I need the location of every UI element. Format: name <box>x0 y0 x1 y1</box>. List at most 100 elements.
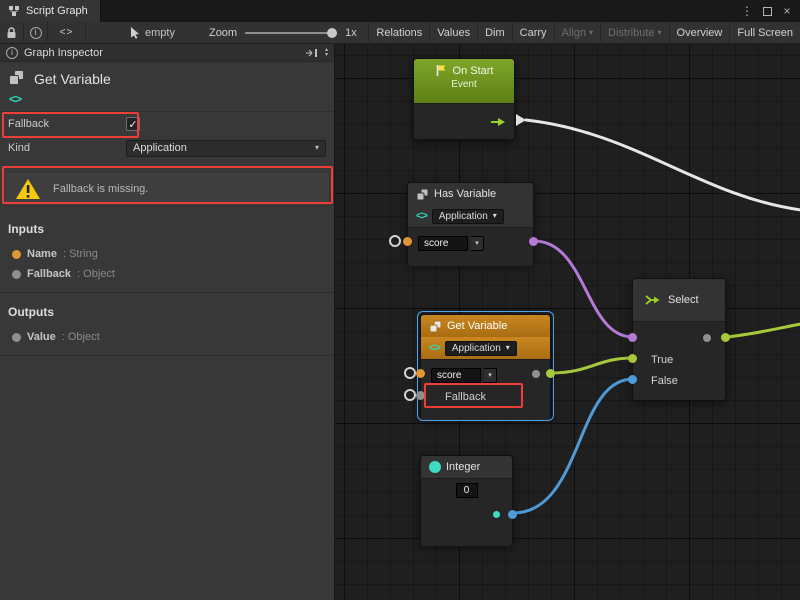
has-variable-kind-dropdown[interactable]: Application ▾ <box>432 209 504 224</box>
check-icon: ✓ <box>128 118 137 131</box>
true-row: True <box>643 349 715 370</box>
zoom-slider-handle[interactable] <box>327 28 337 38</box>
has-variable-header[interactable]: Has Variable <box>408 183 533 205</box>
overview-button[interactable]: Overview <box>669 22 730 44</box>
false-row: False <box>643 370 715 391</box>
info-icon: i <box>30 27 42 39</box>
value-output-port[interactable] <box>546 369 555 378</box>
fallback-input-port[interactable] <box>416 391 425 400</box>
kind-label: Kind <box>8 142 126 154</box>
select-node[interactable]: Select True False <box>632 278 726 400</box>
node-subtitle: Event <box>414 79 514 90</box>
maximize-icon[interactable] <box>758 2 776 20</box>
name-input-port[interactable] <box>416 369 425 378</box>
get-variable-name-dropdown[interactable]: ▾ <box>484 368 497 383</box>
relations-button[interactable]: Relations <box>368 22 429 44</box>
unconnected-port-ring[interactable] <box>404 367 416 379</box>
get-variable-header[interactable]: Get Variable <box>421 315 550 337</box>
on-start-header[interactable]: On Start Event <box>414 59 514 103</box>
get-variable-name-field[interactable]: score <box>431 368 481 383</box>
flow-output-port[interactable] <box>516 114 526 126</box>
titlebar: Script Graph ⋮ × <box>0 0 800 22</box>
integer-icon <box>429 461 441 473</box>
fallback-row: Fallback ✓ <box>0 112 334 136</box>
menu-icon[interactable]: ⋮ <box>738 2 756 20</box>
wires-layer <box>335 44 800 600</box>
false-input-port[interactable] <box>628 375 637 384</box>
variables-icon <box>8 69 25 86</box>
chevron-down-icon: ▾ <box>506 344 510 352</box>
wire-output-green[interactable] <box>727 324 800 337</box>
code-view-button[interactable]: <> <box>48 22 86 44</box>
variables-icon <box>429 320 442 333</box>
unconnected-port-ring[interactable] <box>404 389 416 401</box>
unconnected-port-ring[interactable] <box>389 235 401 247</box>
int-output-port[interactable] <box>508 510 517 519</box>
string-port-icon <box>12 250 21 259</box>
true-input-port[interactable] <box>628 354 637 363</box>
object-port-icon <box>12 333 21 342</box>
fallback-label: Fallback <box>8 118 126 130</box>
selection-output-port[interactable] <box>721 333 730 342</box>
node-title: Select <box>668 294 699 306</box>
close-icon[interactable]: × <box>778 2 796 20</box>
dim-button[interactable]: Dim <box>477 22 512 44</box>
wire-value-green[interactable] <box>551 358 633 373</box>
node-title: On Start <box>453 65 494 77</box>
lock-icon[interactable] <box>0 22 24 44</box>
has-variable-name-field[interactable]: score <box>418 236 468 251</box>
has-variable-name-dropdown[interactable]: ▾ <box>471 236 484 251</box>
inputs-header: Inputs <box>0 210 334 244</box>
zoom-value: 1x <box>345 27 357 39</box>
fallback-checkbox[interactable]: ✓ <box>126 117 140 131</box>
variables-icon <box>416 188 429 201</box>
integer-value-field[interactable]: 0 <box>456 483 478 498</box>
full-screen-button[interactable]: Full Screen <box>729 22 800 44</box>
output-row-value: Value : Object <box>0 327 334 347</box>
name-input-port[interactable] <box>403 237 412 246</box>
inspector-header: i Graph Inspector ▴▾ <box>0 44 334 62</box>
input-row-name: Name : String <box>0 244 334 264</box>
outputs-header: Outputs <box>0 293 334 327</box>
wire-flow-white[interactable] <box>526 120 800 210</box>
align-button[interactable]: Align▾ <box>554 22 600 44</box>
zoom-slider[interactable] <box>245 28 337 38</box>
bool-output-port[interactable] <box>529 237 538 246</box>
selection-inner-dot <box>703 334 711 342</box>
inspector-toggle-button[interactable]: i <box>24 22 48 44</box>
get-variable-node[interactable]: Get Variable <> Application ▾ score ▾ F <box>420 314 551 418</box>
warning-icon <box>15 178 41 200</box>
zoom-label: Zoom <box>209 27 237 39</box>
flag-icon <box>435 64 447 77</box>
graph-inspector-panel: i Graph Inspector ▴▾ Get Variable <> Fal… <box>0 44 335 600</box>
node-title: Integer <box>446 461 480 473</box>
flow-arrow-icon <box>490 117 506 127</box>
int-inner-dot <box>493 511 500 518</box>
get-variable-kind-dropdown[interactable]: Application ▾ <box>445 341 517 356</box>
code-icon: <> <box>416 210 427 222</box>
integer-header[interactable]: Integer <box>421 456 512 478</box>
chevron-down-icon: ▾ <box>589 29 593 37</box>
distribute-button[interactable]: Distribute▾ <box>600 22 668 44</box>
code-icon: <> <box>429 342 440 354</box>
graph-path: empty <box>130 26 175 39</box>
condition-input-port[interactable] <box>628 333 637 342</box>
node-title: Get Variable <box>447 320 507 332</box>
zoom-slider-track[interactable] <box>245 32 337 34</box>
integer-node[interactable]: Integer 0 <box>420 455 513 545</box>
inspector-title: Graph Inspector <box>24 47 103 59</box>
tab-script-graph[interactable]: Script Graph <box>0 0 101 22</box>
select-header[interactable]: Select <box>633 279 725 321</box>
object-port-icon <box>12 270 21 279</box>
dock-icon[interactable] <box>305 48 318 58</box>
values-button[interactable]: Values <box>429 22 477 44</box>
empty-label: empty <box>145 27 175 39</box>
carry-button[interactable]: Carry <box>512 22 554 44</box>
expander-icon[interactable]: ▴▾ <box>325 48 328 58</box>
kind-dropdown[interactable]: Application ▾ <box>126 140 326 157</box>
on-start-node[interactable]: On Start Event <box>413 58 515 140</box>
toolbar: i <> empty Zoom 1x Relations Values Dim … <box>0 22 800 44</box>
graph-canvas[interactable]: On Start Event Has Variable <> <box>335 44 800 600</box>
has-variable-node[interactable]: Has Variable <> Application ▾ score ▾ <box>407 182 534 264</box>
tab-label: Script Graph <box>26 5 88 17</box>
